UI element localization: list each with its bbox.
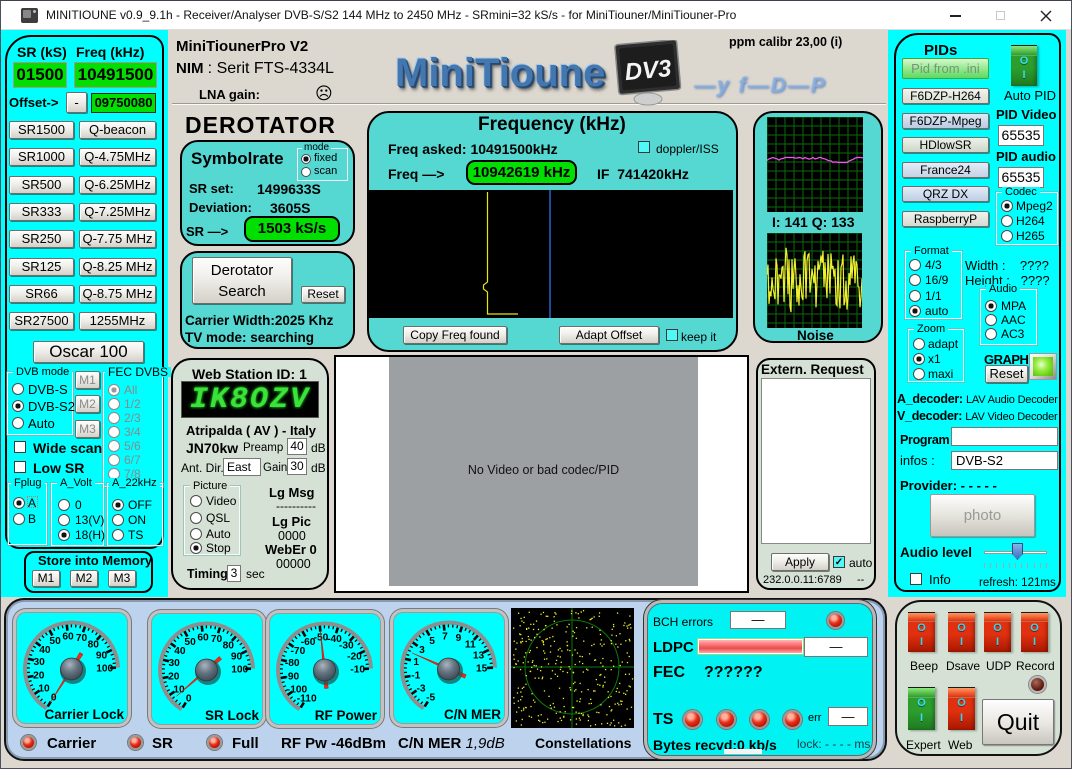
svg-text:-100: -100	[287, 684, 308, 695]
svg-text:10: 10	[38, 683, 50, 694]
svg-text:20: 20	[168, 672, 180, 683]
svg-text:-20: -20	[347, 652, 362, 663]
svg-text:60: 60	[62, 632, 74, 643]
svg-text:15: 15	[476, 664, 488, 675]
svg-text:13: 13	[473, 651, 485, 662]
svg-text:-90: -90	[284, 672, 299, 683]
svg-text:100: 100	[231, 665, 248, 676]
svg-text:-5: -5	[426, 693, 435, 704]
svg-text:1: 1	[413, 657, 419, 668]
svg-text:90: 90	[231, 652, 243, 663]
svg-text:20: 20	[33, 671, 45, 682]
svg-text:30: 30	[169, 658, 181, 669]
svg-text:-10: -10	[350, 665, 365, 676]
svg-text:7: 7	[442, 632, 448, 643]
svg-text:C/N MER: C/N MER	[444, 707, 501, 722]
svg-text:50: 50	[49, 636, 61, 647]
svg-text:-30: -30	[339, 641, 354, 652]
svg-text:0: 0	[186, 694, 192, 705]
svg-text:-3: -3	[416, 683, 425, 694]
svg-text:30: 30	[34, 657, 46, 668]
svg-text:9: 9	[456, 633, 462, 644]
svg-text:70: 70	[211, 634, 223, 645]
svg-text:100: 100	[96, 664, 113, 675]
svg-text:Carrier Lock: Carrier Lock	[44, 707, 124, 722]
svg-text:70: 70	[76, 633, 88, 644]
svg-text:-1: -1	[411, 671, 420, 682]
svg-text:3: 3	[419, 645, 425, 656]
svg-text:DV3: DV3	[624, 55, 674, 86]
svg-text:80: 80	[88, 640, 100, 651]
svg-text:SR Lock: SR Lock	[205, 708, 260, 723]
svg-text:60: 60	[197, 633, 209, 644]
svg-text:80: 80	[223, 641, 235, 652]
svg-text:-110: -110	[297, 694, 317, 705]
svg-text:50: 50	[184, 637, 196, 648]
svg-text:5: 5	[429, 636, 435, 647]
svg-text:-80: -80	[285, 658, 300, 669]
svg-text:11: 11	[465, 640, 476, 651]
svg-text:RF Power: RF Power	[315, 708, 378, 723]
svg-text:90: 90	[96, 651, 108, 662]
